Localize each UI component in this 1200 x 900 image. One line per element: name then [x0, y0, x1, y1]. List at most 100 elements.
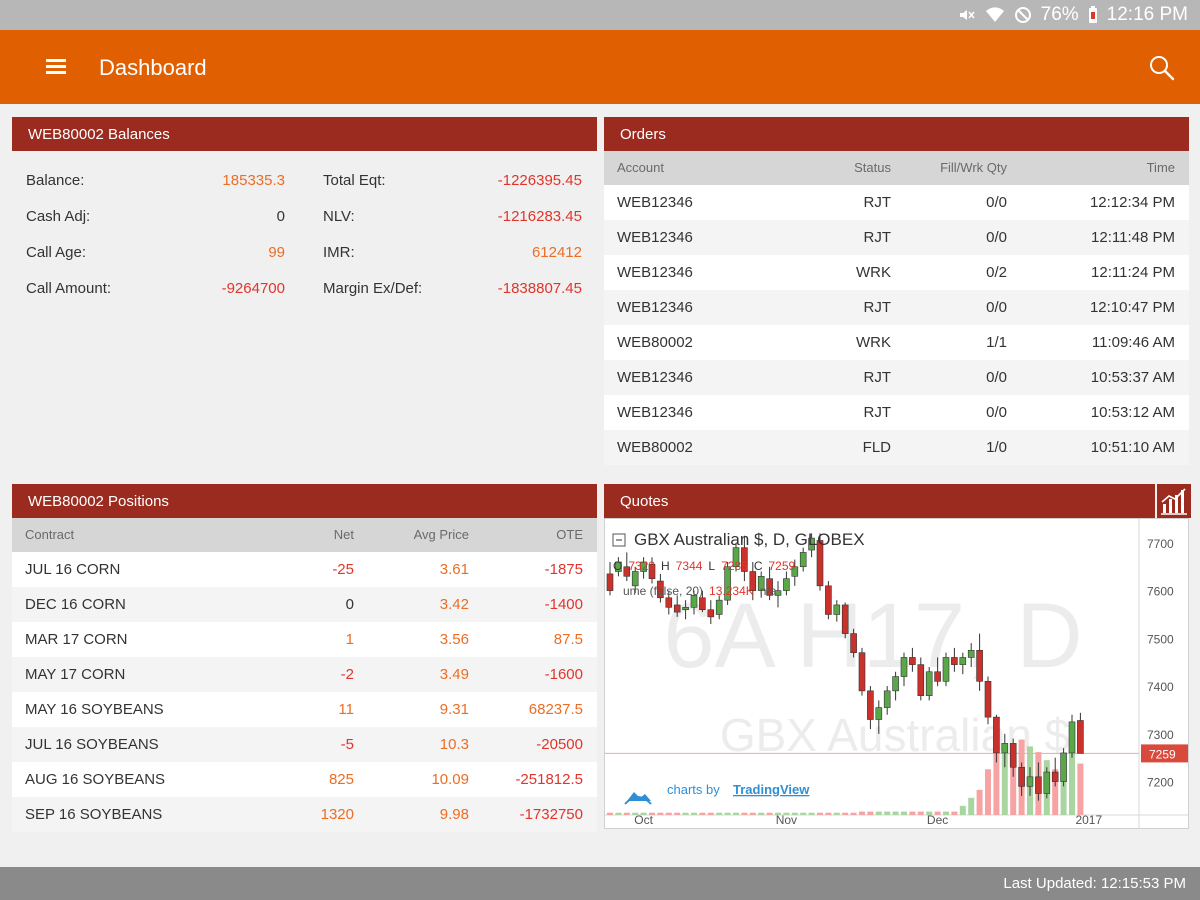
order-time: 10:53:37 AM [1090, 369, 1175, 386]
candle-body [875, 707, 883, 720]
ohlc-c: 7259 [768, 559, 795, 573]
col-avg-price[interactable]: Avg Price [414, 518, 469, 552]
position-row[interactable]: MAY 17 CORN -2 3.49 -1600 [12, 657, 597, 692]
candle-body [841, 604, 849, 634]
volume-bar [825, 812, 832, 815]
candle-body [673, 604, 681, 613]
position-row[interactable]: MAR 17 CORN 1 3.56 87.5 [12, 622, 597, 657]
order-row[interactable]: WEB12346 RJT 0/0 12:10:47 PM [604, 290, 1189, 325]
volume-bar [867, 811, 874, 815]
position-net: 1320 [320, 806, 354, 823]
balances-right-column: Total Eqt: -1226395.45 NLV: -1216283.45 IMR:… [323, 151, 582, 297]
order-row[interactable]: WEB12346 RJT 0/0 10:53:37 AM [604, 360, 1189, 395]
balances-left-column: Balance: 185335.3 Cash Adj: 0 Call Age: 99 Cal… [26, 151, 285, 297]
order-row[interactable]: WEB12346 RJT 0/0 12:11:48 PM [604, 220, 1189, 255]
candle-body [867, 690, 874, 720]
balance-value: -9264700 [221, 280, 285, 297]
candle-body [951, 657, 958, 665]
quotes-chart[interactable]: 6A H17, D GBX Australian $7700 7600 7500 740… [604, 518, 1189, 829]
volume-bar [707, 812, 714, 815]
candlestick-chart[interactable]: 6A H17, DGBX Australian $770076007500740… [605, 519, 1188, 828]
ohlc-l: 7285 [721, 559, 748, 573]
study-value: 13.234K [709, 584, 754, 598]
balance-row: Cash Adj: 0 [26, 187, 285, 225]
status-time: 12:16 PM [1106, 4, 1188, 25]
search-icon[interactable] [1148, 54, 1176, 82]
candle-body [984, 681, 992, 718]
balance-row: Total Eqt: -1226395.45 [323, 151, 582, 189]
volume-bar [665, 812, 672, 815]
order-account: WEB12346 [617, 229, 693, 246]
menu-icon[interactable] [44, 55, 68, 79]
order-row[interactable]: WEB12346 RJT 0/0 12:12:34 PM [604, 185, 1189, 220]
position-net: 825 [328, 771, 354, 788]
position-contract: JUL 16 CORN [25, 561, 121, 578]
col-contract[interactable]: Contract [25, 518, 74, 552]
volume-bar [976, 789, 983, 815]
x-tick-label: 2017 [1075, 813, 1102, 827]
order-row[interactable]: WEB12346 RJT 0/0 10:53:12 AM [604, 395, 1189, 430]
candle-body [606, 573, 614, 591]
position-contract: JUL 16 SOYBEANS [25, 736, 159, 753]
balances-header: WEB80002 Balances [12, 117, 597, 151]
y-tick-label: 7700 [1147, 537, 1174, 551]
ohlc-h-label: H [661, 559, 670, 573]
position-row[interactable]: MAY 16 SOYBEANS 11 9.31 68237.5 [12, 692, 597, 727]
position-row[interactable]: AUG 16 SOYBEANS 825 10.09 -251812.5 [12, 762, 597, 797]
status-icons: 76% 12:16 PM [958, 0, 1188, 30]
position-ote: -20500 [536, 736, 583, 753]
order-row[interactable]: WEB80002 WRK 1/1 11:09:46 AM [604, 325, 1189, 360]
position-row[interactable]: SEP 16 SOYBEANS 1320 9.98 -1732750 [12, 797, 597, 832]
order-status: RJT [863, 229, 892, 246]
volume-bar [766, 812, 773, 815]
col-fill-wrk-qty[interactable]: Fill/Wrk Qty [940, 151, 1007, 185]
volume-bar [724, 812, 731, 815]
balances-panel: WEB80002 Balances Balance: 185335.3 Cash A… [12, 117, 597, 468]
battery-percent: 76% [1040, 4, 1079, 25]
candle-body [976, 649, 983, 682]
candle-body [1077, 720, 1084, 754]
volume-bar [741, 812, 748, 815]
chart-type-icon[interactable] [1155, 484, 1191, 518]
col-time[interactable]: Time [1147, 151, 1175, 185]
position-row[interactable]: JUL 16 SOYBEANS -5 10.3 -20500 [12, 727, 597, 762]
order-account: WEB12346 [617, 194, 693, 211]
position-row[interactable]: DEC 16 CORN 0 3.42 -1400 [12, 587, 597, 622]
position-contract: SEP 16 SOYBEANS [25, 806, 163, 823]
candle-body [925, 671, 933, 696]
order-time: 10:53:12 AM [1090, 404, 1175, 421]
order-qty: 0/2 [986, 264, 1007, 281]
study-value-secondary: n/a [760, 584, 777, 598]
candle-body [1009, 743, 1017, 768]
balance-label: Margin Ex/Def: [323, 280, 423, 297]
position-avg-price: 9.98 [439, 806, 469, 823]
col-ote[interactable]: OTE [556, 518, 583, 552]
order-row[interactable]: WEB12346 WRK 0/2 12:11:24 PM [604, 255, 1189, 290]
order-time: 11:09:46 AM [1091, 334, 1175, 351]
order-status: RJT [863, 194, 892, 211]
tradingview-link[interactable]: TradingView [733, 782, 810, 797]
candle-body [1043, 771, 1051, 794]
candle-body [715, 599, 723, 615]
position-net: 11 [338, 701, 354, 718]
ohlc-o: 7328 [628, 559, 655, 573]
col-net[interactable]: Net [334, 518, 354, 552]
order-row[interactable]: WEB80002 FLD 1/0 10:51:10 AM [604, 430, 1189, 465]
col-account[interactable]: Account [617, 151, 664, 185]
quotes-header: Quotes [604, 484, 1189, 518]
position-avg-price: 3.61 [439, 561, 469, 578]
volume-bar [842, 812, 849, 815]
position-ote: -251812.5 [515, 771, 583, 788]
candle-body [900, 657, 908, 677]
candle-body [858, 652, 866, 692]
volume-bar [657, 812, 664, 815]
position-row[interactable]: JUL 16 CORN -25 3.61 -1875 [12, 552, 597, 587]
ohlc-readout: O 7328 H 7344 L 7285 C 7259 [613, 559, 796, 573]
candle-body [833, 604, 841, 615]
ohlc-c-label: C [754, 559, 763, 573]
col-status[interactable]: Status [854, 151, 891, 185]
balance-row: IMR: 612412 [323, 223, 582, 261]
positions-table-body: JUL 16 CORN -25 3.61 -1875 DEC 16 CORN 0 3.42 -… [12, 552, 597, 832]
candle-body [1018, 766, 1025, 787]
last-updated-text: Last Updated: 12:15:53 PM [1003, 875, 1186, 892]
